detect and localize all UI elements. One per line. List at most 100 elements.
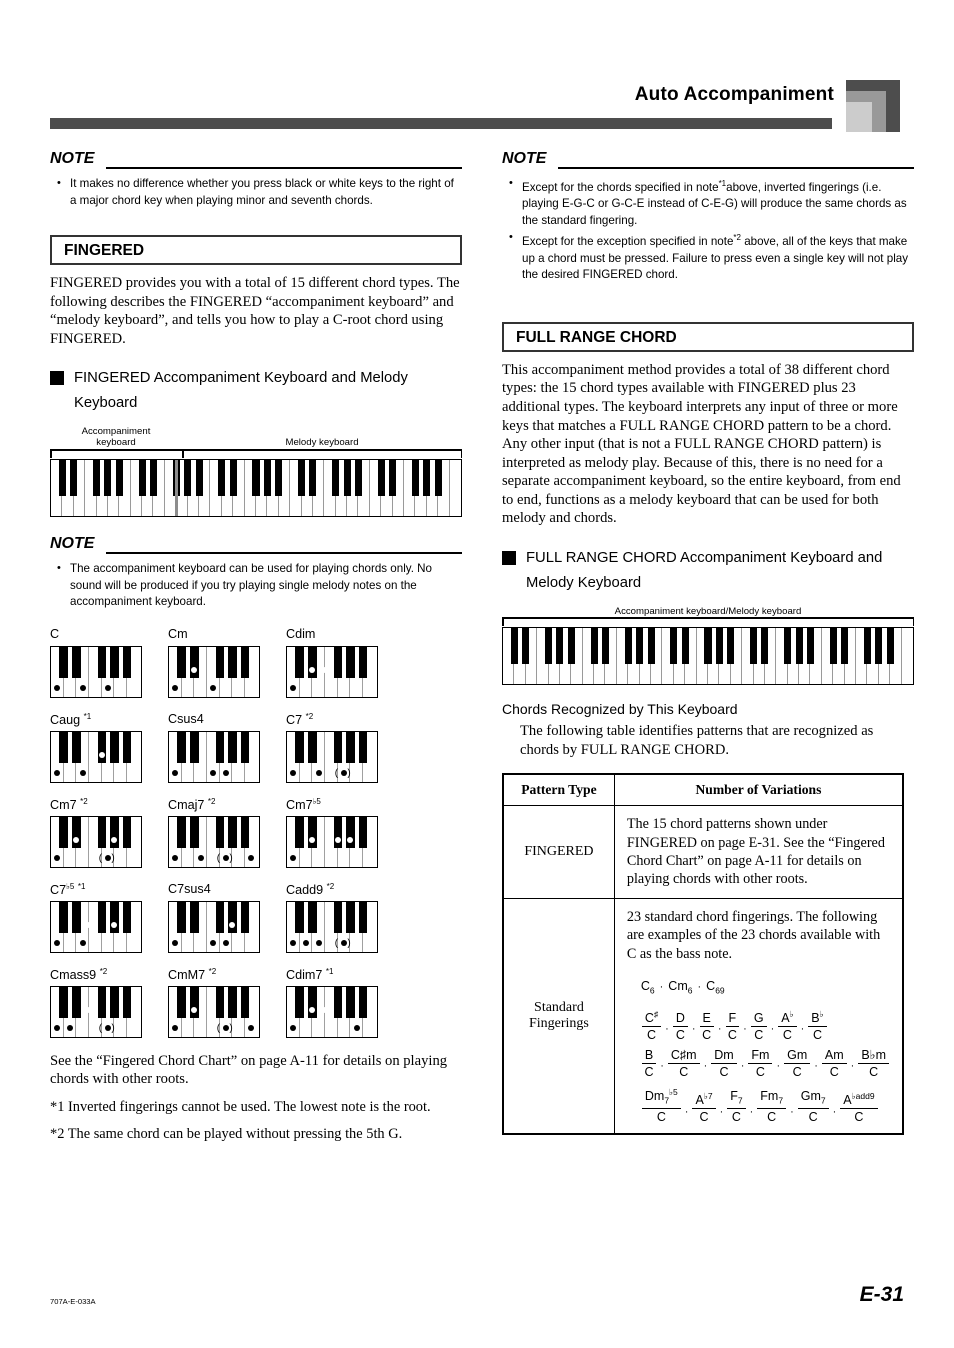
chord-separator: · xyxy=(776,1060,781,1073)
footnote-marker: *2 xyxy=(733,233,741,243)
note-header-left-1: NOTE xyxy=(50,150,462,172)
black-key xyxy=(72,646,81,678)
chord-symbol: Cm6 xyxy=(668,979,693,996)
black-key xyxy=(229,460,237,497)
chord-diagram: Cdim7 *1 xyxy=(286,967,394,1038)
chord-diagram-grid: C Cm Cdim Caug *1 Csus4 C7 *2() Cm7 *2() Cmaj7 … xyxy=(50,627,462,1038)
optional-note-paren-open: ( xyxy=(216,1022,221,1034)
note-label: NOTE xyxy=(50,150,95,167)
chord-row: C7♭5 *1 C7sus4 Cadd9 *2 () xyxy=(50,882,462,953)
chord-upper: C♯m xyxy=(667,1048,700,1064)
black-key xyxy=(215,816,224,848)
chord-diagram: C7sus4 xyxy=(168,882,276,953)
chord-row: Cm7 *2 () Cmaj7 *2 () Cm7♭5 xyxy=(50,797,462,868)
black-key xyxy=(624,628,632,665)
slash-chord: C♯ C xyxy=(641,1007,662,1042)
black-key xyxy=(647,628,655,665)
optional-note-paren-close: ) xyxy=(111,852,115,864)
black-key xyxy=(333,901,342,933)
pressed-black-key-dot xyxy=(322,1006,329,1013)
chord-diagram: Cmass9 *2 () xyxy=(50,967,158,1038)
optional-note-paren-close: ) xyxy=(111,1022,115,1034)
chord-bass: C xyxy=(656,1110,666,1125)
chord-separator: · xyxy=(717,1023,722,1036)
black-key xyxy=(215,986,224,1018)
pressed-black-key-dot xyxy=(98,751,105,758)
black-key xyxy=(389,460,397,497)
black-key xyxy=(228,816,237,848)
fingered-keyboard-diagram: Accompaniment keyboard Melody keyboard xyxy=(50,426,462,518)
black-key xyxy=(218,460,226,497)
black-key xyxy=(704,628,712,665)
chord-upper: G xyxy=(750,1011,767,1027)
black-key xyxy=(122,731,132,763)
black-key xyxy=(110,986,119,1018)
black-key xyxy=(727,628,735,665)
chord-separator: · xyxy=(703,1060,708,1073)
chord-upper: F7 xyxy=(727,1089,746,1110)
black-key xyxy=(110,901,119,933)
black-key xyxy=(72,816,81,848)
section-title-fingered: FINGERED xyxy=(50,235,462,265)
chord-separator: · xyxy=(697,981,702,994)
note-label: NOTE xyxy=(502,150,547,167)
black-key xyxy=(377,460,385,497)
mini-keyboard: () xyxy=(50,985,142,1038)
slash-chord: GC xyxy=(750,1011,767,1042)
chord-upper: Fm7 xyxy=(757,1089,787,1110)
pressed-white-key-dot xyxy=(105,854,112,861)
keyboard-graphic xyxy=(502,627,914,686)
mini-keyboard xyxy=(168,645,260,698)
black-key xyxy=(59,901,68,933)
chord-bass: C xyxy=(731,1110,741,1125)
slash-chord: Dm7♭5 C xyxy=(641,1085,681,1125)
black-key xyxy=(110,646,119,678)
chord-separator: · xyxy=(660,1060,664,1073)
black-key xyxy=(72,901,81,933)
chord-bass: C xyxy=(646,1027,657,1042)
subhead-fingered-keyboards: FINGERED Accompaniment Keyboard and Melo… xyxy=(50,366,462,416)
black-key xyxy=(863,628,871,665)
chord-diagram: Cmaj7 *2 () xyxy=(168,797,276,868)
pressed-white-key-dot xyxy=(67,1024,74,1031)
note-item: Except for the exception specified in no… xyxy=(502,229,914,283)
slash-chord: BC xyxy=(641,1048,657,1079)
chord-bass: C xyxy=(727,1027,737,1042)
frc-keyboard-diagram: Accompaniment keyboard/Melody keyboard xyxy=(502,606,914,686)
table-row: Standard Fingerings 23 standard chord fi… xyxy=(502,897,904,1135)
black-key xyxy=(309,460,317,497)
mini-keyboard: () xyxy=(286,730,378,783)
black-key xyxy=(295,646,304,678)
note-label: NOTE xyxy=(50,535,95,553)
manual-page: Auto Accompaniment NOTE It makes no diff… xyxy=(0,0,954,1348)
black-key xyxy=(97,646,106,678)
column-header-pattern-type: Pattern Type xyxy=(502,773,615,807)
chord-upper: Gm xyxy=(784,1048,811,1064)
keyboard-graphic xyxy=(50,459,462,518)
black-key xyxy=(346,816,355,848)
chord-diagram: Cm7 *2 () xyxy=(50,797,158,868)
optional-note-paren-close: ) xyxy=(229,1022,233,1034)
black-key xyxy=(346,901,355,933)
black-key xyxy=(795,628,803,665)
black-key xyxy=(308,816,317,848)
mini-keyboard xyxy=(286,985,378,1038)
black-key xyxy=(806,628,815,665)
chord-upper: A♭7 xyxy=(692,1089,716,1110)
accomp-label-line1: Accompaniment xyxy=(81,426,151,438)
optional-note-paren-open: ( xyxy=(216,852,221,864)
footnote-marker: *1 xyxy=(718,179,727,188)
mini-keyboard: () xyxy=(50,815,142,868)
black-key xyxy=(636,628,644,665)
section-title-full-range-chord: FULL RANGE CHORD xyxy=(502,321,914,352)
black-key xyxy=(228,646,237,678)
chord-bass: C xyxy=(702,1027,712,1042)
chord-diagram: CmM7 *2 () xyxy=(168,967,276,1038)
pattern-type-line2: Fingerings xyxy=(528,1016,589,1032)
cell-variations-standard: 23 standard chord fingerings. The follow… xyxy=(613,897,904,1135)
chord-separator: · xyxy=(800,1023,805,1036)
black-key xyxy=(177,646,186,678)
pressed-white-key-dot xyxy=(303,939,310,946)
chord-bass: C xyxy=(754,1027,764,1042)
black-key xyxy=(97,901,106,933)
